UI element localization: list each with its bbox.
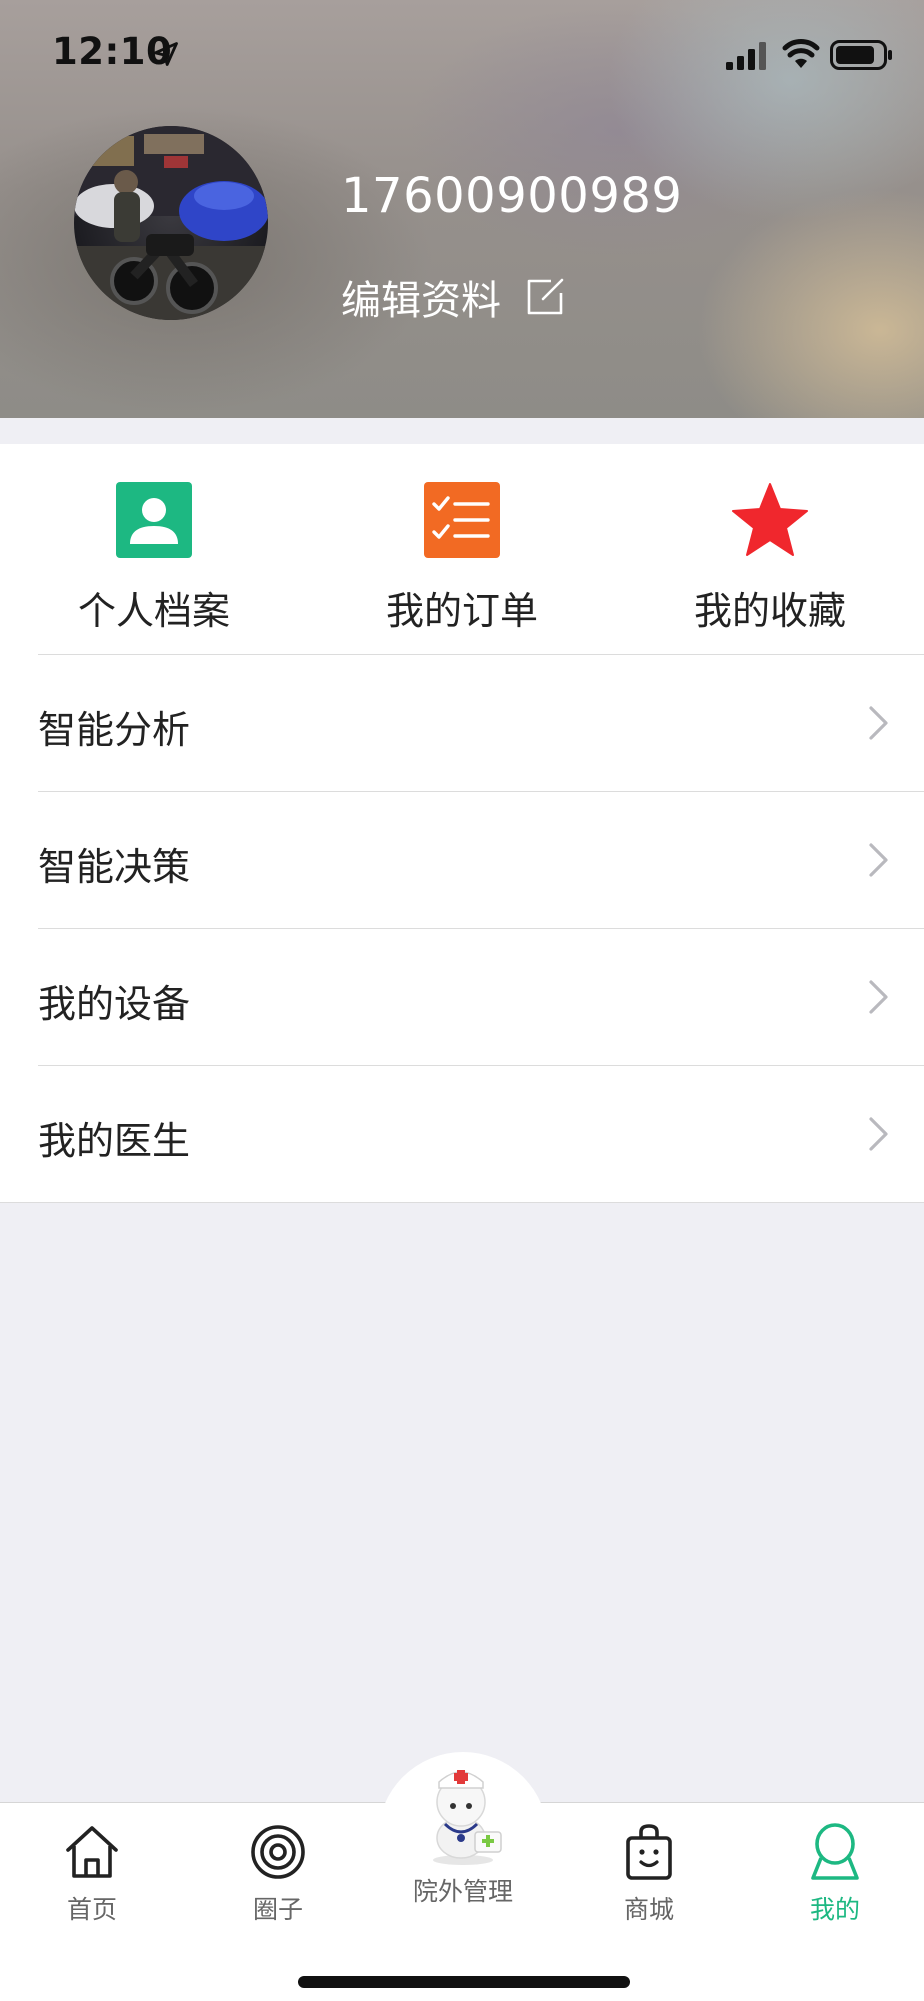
quick-action-favorites[interactable]: 我的收藏: [616, 444, 924, 654]
tab-label: 我的: [809, 1895, 860, 1924]
edit-profile-label: 编辑资料: [341, 278, 501, 324]
profile-header: 12:10 17600900989 编辑资料: [0, 0, 924, 418]
star-icon: [732, 483, 808, 556]
chevron-right-icon: [869, 980, 888, 1014]
menu-list: 智能分析 智能决策 我的设备 我的医生: [0, 654, 924, 1203]
status-bar: 12:10: [0, 0, 924, 110]
edit-icon: [527, 278, 564, 315]
quick-action-label: 个人档案: [77, 589, 230, 633]
order-list-icon: [424, 482, 500, 558]
tab-label: 圈子: [252, 1895, 303, 1924]
doctor-mascot-icon: [433, 1770, 502, 1865]
chevron-right-icon: [869, 1117, 888, 1151]
wifi-icon: [782, 39, 820, 68]
quick-action-orders[interactable]: 我的订单: [308, 444, 616, 654]
menu-item-label: 我的设备: [38, 982, 191, 1026]
cellular-signal-icon: [726, 42, 766, 70]
menu-item-my-doctor[interactable]: 我的医生: [38, 1065, 924, 1202]
tab-outpatient-management[interactable]: 院外管理: [393, 1758, 533, 1908]
quick-action-profile[interactable]: 个人档案: [0, 444, 308, 654]
quick-action-label: 我的收藏: [693, 589, 846, 633]
tab-label: 商城: [623, 1895, 674, 1924]
edit-profile-button[interactable]: 编辑资料: [341, 268, 565, 326]
menu-item-label: 智能分析: [38, 708, 191, 752]
home-indicator: [298, 1976, 630, 1988]
profile-card-icon: [116, 482, 192, 558]
tab-mall[interactable]: 商城: [579, 1808, 719, 1926]
avatar[interactable]: [74, 126, 268, 320]
chevron-right-icon: [869, 706, 888, 740]
tab-mine[interactable]: 我的: [765, 1808, 905, 1926]
battery-icon: [830, 40, 892, 70]
avatar-photo: [74, 126, 268, 320]
home-icon: [66, 1826, 118, 1878]
shopping-bag-icon: [626, 1824, 672, 1880]
menu-item-my-devices[interactable]: 我的设备: [38, 928, 924, 1065]
tab-circle[interactable]: 圈子: [208, 1808, 348, 1926]
menu-item-label: 智能决策: [38, 845, 191, 889]
menu-item-label: 我的医生: [38, 1119, 191, 1163]
tab-label: 院外管理: [412, 1877, 513, 1906]
username: 17600900989: [341, 168, 683, 224]
menu-item-smart-decision[interactable]: 智能决策: [38, 791, 924, 928]
user-icon: [811, 1823, 859, 1880]
chevron-right-icon: [869, 843, 888, 877]
menu-item-smart-analysis[interactable]: 智能分析: [38, 654, 924, 791]
tab-home[interactable]: 首页: [22, 1808, 162, 1926]
circle-icon: [251, 1825, 305, 1879]
tab-label: 首页: [66, 1895, 117, 1924]
quick-action-label: 我的订单: [385, 589, 538, 633]
quick-actions: 个人档案 我的订单 我的收藏: [0, 444, 924, 654]
location-arrow-icon: [154, 42, 178, 66]
